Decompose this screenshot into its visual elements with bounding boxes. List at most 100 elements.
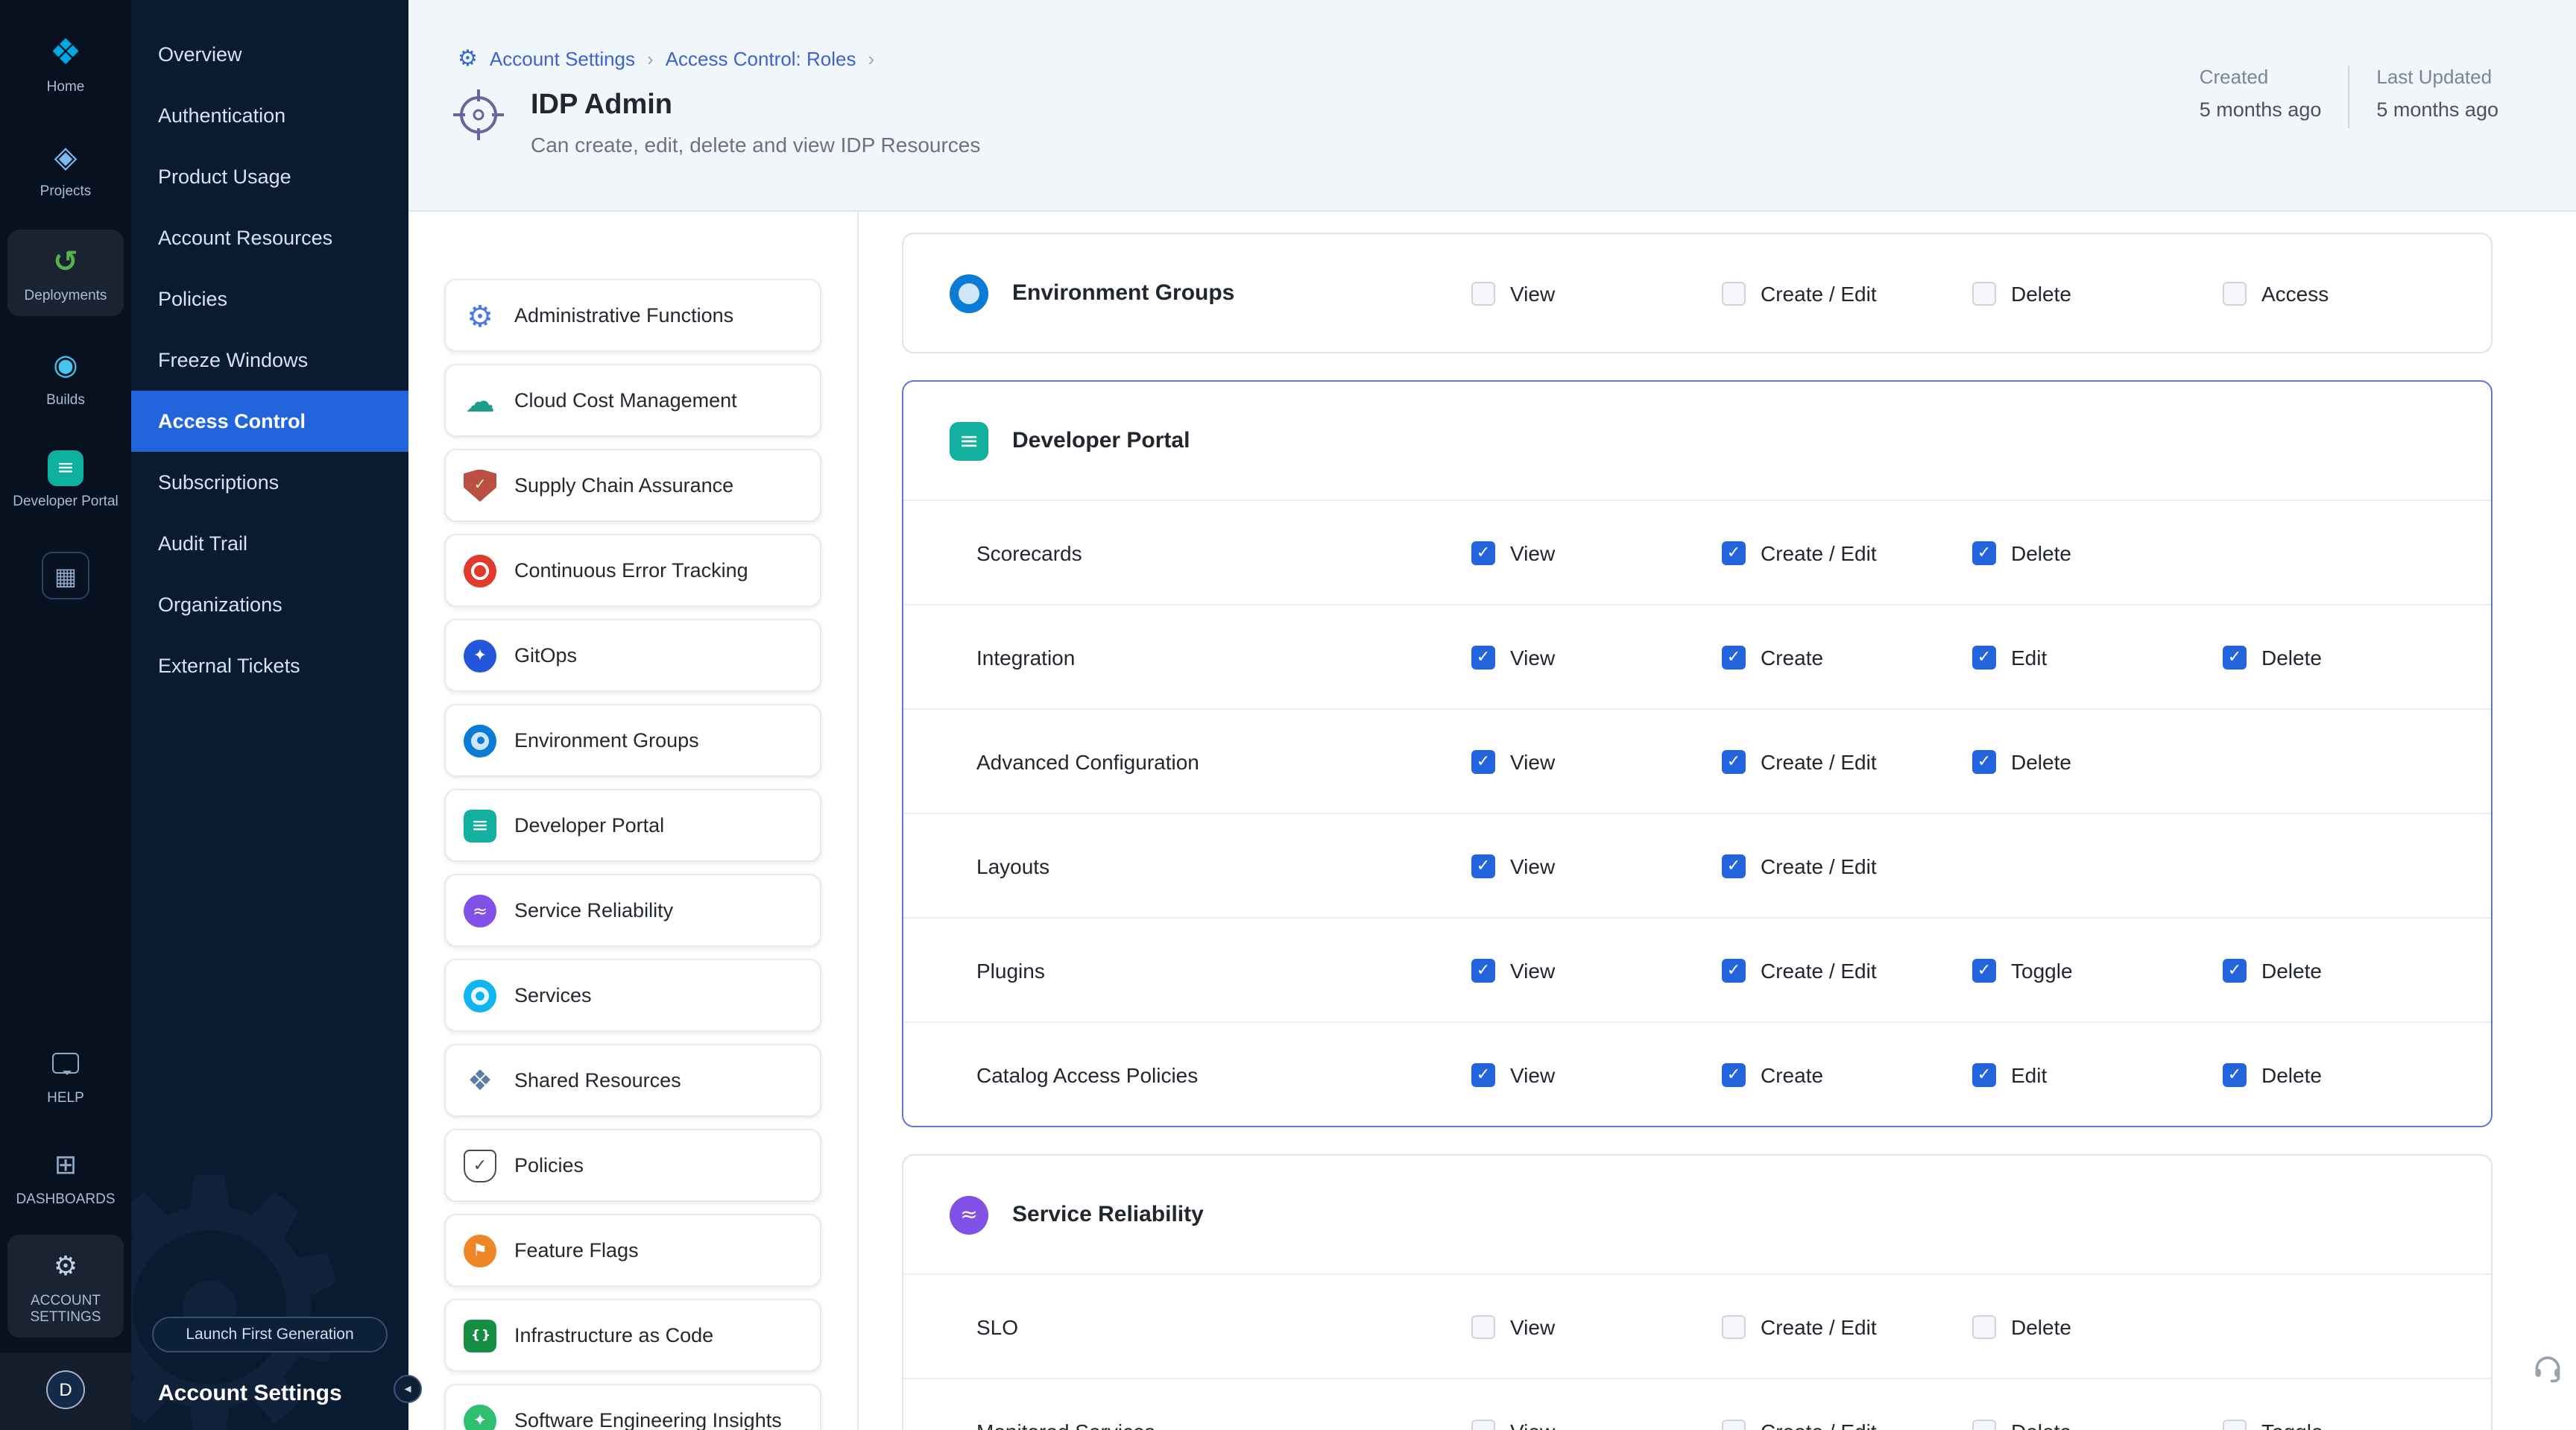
breadcrumb-link[interactable]: Access Control: Roles <box>666 47 856 69</box>
checkbox-edit[interactable] <box>1972 1062 1996 1086</box>
checkbox-delete[interactable] <box>1972 749 1996 773</box>
settings-nav-item-subscriptions[interactable]: Subscriptions <box>131 452 408 513</box>
checkbox-delete[interactable] <box>1972 541 1996 564</box>
permission-label: Delete <box>2261 645 2322 669</box>
collapse-sidebar-button[interactable] <box>394 1375 422 1403</box>
checkbox-toggle[interactable] <box>2223 1419 2247 1430</box>
rail-item-projects[interactable]: Projects <box>7 125 124 212</box>
settings-nav-item-overview[interactable]: Overview <box>131 24 408 85</box>
checkbox-view[interactable] <box>1471 645 1495 669</box>
checkbox-view[interactable] <box>1471 1419 1495 1430</box>
settings-nav-item-account-resources[interactable]: Account Resources <box>131 207 408 268</box>
settings-nav: OverviewAuthenticationProduct UsageAccou… <box>131 0 408 1430</box>
breadcrumb-separator: › <box>647 47 654 69</box>
rail-item-help[interactable]: HELP <box>7 1032 124 1118</box>
settings-nav-item-organizations[interactable]: Organizations <box>131 574 408 635</box>
checkbox-toggle[interactable] <box>1972 958 1996 982</box>
permission-row-label: Catalog Access Policies <box>976 1062 1471 1086</box>
settings-nav-item-authentication[interactable]: Authentication <box>131 85 408 146</box>
permission: View <box>1471 1062 1722 1086</box>
module-card-gitops[interactable]: GitOps <box>444 619 821 692</box>
permissions-panel: Environment GroupsViewCreate / EditDelet… <box>859 212 2576 1430</box>
module-card-software-engineering-insights[interactable]: Software Engineering Insights <box>444 1384 821 1430</box>
module-card-administrative-functions[interactable]: Administrative Functions <box>444 279 821 352</box>
checkbox-delete[interactable] <box>1972 1314 1996 1338</box>
permission: View <box>1471 749 1722 773</box>
checkbox-create-edit[interactable] <box>1722 958 1746 982</box>
module-card-supply-chain-assurance[interactable]: Supply Chain Assurance <box>444 449 821 522</box>
permission-card-environment-groups[interactable]: Environment GroupsViewCreate / EditDelet… <box>902 233 2493 353</box>
checkbox-delete[interactable] <box>2223 645 2247 669</box>
shared-resources-icon <box>464 1064 496 1097</box>
checkbox-delete[interactable] <box>2223 1062 2247 1086</box>
rail-item-dashboards[interactable]: DASHBOARDS <box>7 1133 124 1220</box>
permission-row: Advanced ConfigurationViewCreate / EditD… <box>903 708 2491 813</box>
permission: View <box>1471 854 1722 878</box>
checkbox-view[interactable] <box>1471 1062 1495 1086</box>
module-card-services[interactable]: Services <box>444 959 821 1032</box>
user-avatar[interactable]: D <box>46 1370 85 1409</box>
module-card-shared-resources[interactable]: Shared Resources <box>444 1044 821 1117</box>
role-description: Can create, edit, delete and view IDP Re… <box>531 133 980 157</box>
breadcrumb-link[interactable]: Account Settings <box>490 47 635 69</box>
checkbox-create[interactable] <box>1722 1062 1746 1086</box>
module-card-continuous-error-tracking[interactable]: Continuous Error Tracking <box>444 534 821 607</box>
settings-nav-item-audit-trail[interactable]: Audit Trail <box>131 513 408 574</box>
rail-item-home[interactable]: Home <box>7 21 124 107</box>
meta-divider <box>2348 66 2349 128</box>
permission-card-header: Environment GroupsViewCreate / EditDelet… <box>903 234 2491 352</box>
module-card-service-reliability[interactable]: Service Reliability <box>444 874 821 947</box>
checkbox-create-edit[interactable] <box>1722 854 1746 878</box>
permission-label: Delete <box>2261 1062 2322 1086</box>
module-card-policies[interactable]: Policies <box>444 1129 821 1202</box>
created-meta: Created 5 months ago <box>2200 66 2322 121</box>
checkbox-create-edit[interactable] <box>1722 281 1746 305</box>
checkbox-edit[interactable] <box>1972 645 1996 669</box>
launch-first-generation-button[interactable]: Launch First Generation <box>152 1317 388 1352</box>
permission-row: Monitored ServicesViewCreate / EditDelet… <box>903 1378 2491 1430</box>
checkbox-create-edit[interactable] <box>1722 541 1746 564</box>
rail-item-deployments[interactable]: Deployments <box>7 230 124 316</box>
rail-item-module-grid[interactable] <box>7 540 124 611</box>
checkbox-access[interactable] <box>2223 281 2247 305</box>
checkbox-create-edit[interactable] <box>1722 1419 1746 1430</box>
section-title: Service Reliability <box>1012 1202 1204 1227</box>
module-card-infrastructure-as-code[interactable]: Infrastructure as Code <box>444 1299 821 1372</box>
support-headset-icon[interactable] <box>2531 1351 2564 1391</box>
role-title: IDP Admin <box>531 89 980 122</box>
checkbox-view[interactable] <box>1471 1314 1495 1338</box>
checkbox-view[interactable] <box>1471 854 1495 878</box>
settings-nav-item-freeze-windows[interactable]: Freeze Windows <box>131 330 408 391</box>
module-card-environment-groups[interactable]: Environment Groups <box>444 704 821 777</box>
module-card-cloud-cost-management[interactable]: Cloud Cost Management <box>444 364 821 437</box>
policies-icon <box>464 1149 496 1182</box>
checkbox-view[interactable] <box>1471 958 1495 982</box>
checkbox-create-edit[interactable] <box>1722 1314 1746 1338</box>
permission-card-service-reliability[interactable]: Service ReliabilitySLOViewCreate / EditD… <box>902 1154 2493 1430</box>
settings-nav-item-access-control[interactable]: Access Control <box>131 391 408 452</box>
module-card-feature-flags[interactable]: Feature Flags <box>444 1214 821 1287</box>
settings-nav-item-product-usage[interactable]: Product Usage <box>131 146 408 207</box>
rail-item-builds[interactable]: Builds <box>7 334 124 421</box>
rail-item-account-settings[interactable]: ACCOUNT SETTINGS <box>7 1235 124 1338</box>
checkbox-delete[interactable] <box>1972 281 1996 305</box>
rail-item-developer-portal[interactable]: Developer Portal <box>7 438 124 522</box>
permission: Create <box>1722 645 1972 669</box>
updated-meta: Last Updated 5 months ago <box>2376 66 2498 121</box>
permission-label: View <box>1510 1314 1555 1338</box>
checkbox-delete[interactable] <box>1972 1419 1996 1430</box>
role-header: IDP Admin Can create, edit, delete and v… <box>447 84 980 157</box>
permission-label: Create / Edit <box>1761 541 1877 564</box>
checkbox-view[interactable] <box>1471 749 1495 773</box>
permission-row-label: Advanced Configuration <box>976 749 1471 773</box>
module-card-developer-portal[interactable]: Developer Portal <box>444 789 821 862</box>
settings-nav-item-external-tickets[interactable]: External Tickets <box>131 635 408 696</box>
checkbox-view[interactable] <box>1471 281 1495 305</box>
checkbox-create-edit[interactable] <box>1722 749 1746 773</box>
permission-card-developer-portal[interactable]: Developer PortalScorecardsViewCreate / E… <box>902 380 2493 1127</box>
checkbox-create[interactable] <box>1722 645 1746 669</box>
settings-nav-items: OverviewAuthenticationProduct UsageAccou… <box>131 24 408 696</box>
checkbox-view[interactable] <box>1471 541 1495 564</box>
checkbox-delete[interactable] <box>2223 958 2247 982</box>
settings-nav-item-policies[interactable]: Policies <box>131 268 408 330</box>
